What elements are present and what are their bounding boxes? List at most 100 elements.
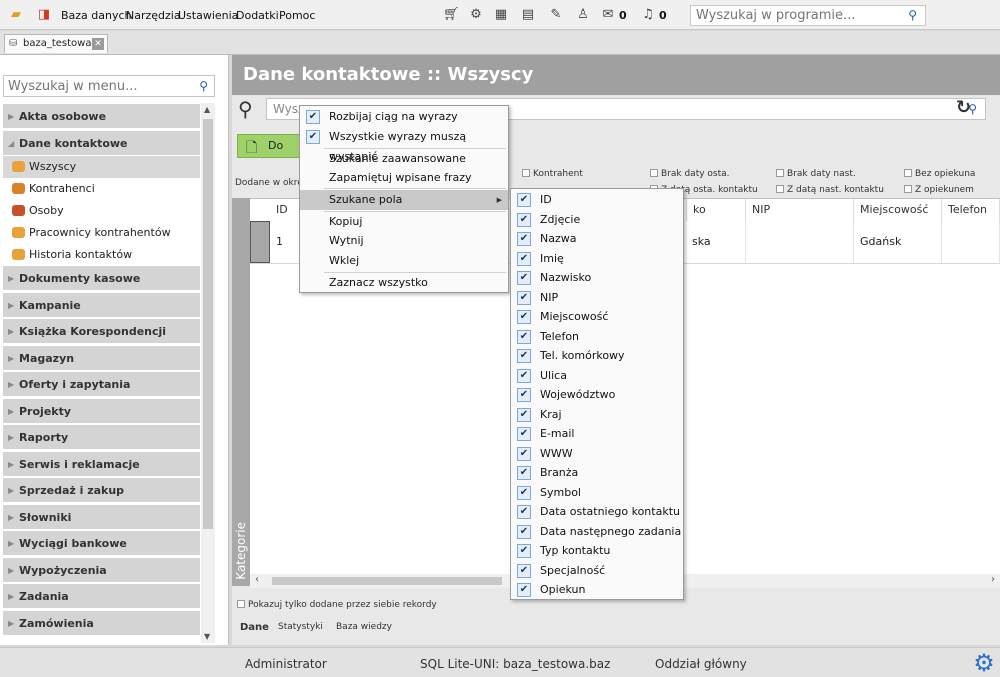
sidebar-item-pracownicy[interactable]: Pracownicy kontrahentów (3, 222, 200, 244)
calculator-icon[interactable]: ▤ (520, 7, 536, 23)
sidebar-section-item[interactable]: ▶ Dokumenty kasowe (3, 266, 200, 291)
field-toggle-item[interactable]: ✔ Data ostatniego kontaktu (511, 502, 683, 521)
column-header-nazwisko[interactable]: ko (686, 199, 746, 221)
row-selector[interactable] (250, 221, 270, 263)
menu-dodatki[interactable]: Dodatki (236, 9, 279, 22)
filter-brak-daty-osta[interactable]: Brak daty osta. (650, 169, 730, 179)
sidebar-item-historia[interactable]: Historia kontaktów (3, 244, 200, 266)
field-toggle-item[interactable]: ✔ Nazwisko (511, 268, 683, 287)
scroll-right-icon[interactable]: › (991, 574, 995, 585)
menu-pomoc[interactable]: Pomoc (279, 9, 315, 22)
gear-icon[interactable]: ⚙ (972, 651, 996, 675)
sidebar-section-item[interactable]: ▶ Serwis i reklamacje (3, 451, 200, 477)
field-toggle-item[interactable]: ✔ Branża (511, 463, 683, 482)
column-header-telefon[interactable]: Telefon (942, 199, 1000, 221)
field-toggle-item[interactable]: ✔ WWW (511, 444, 683, 463)
close-icon[interactable]: ✕ (92, 38, 104, 50)
add-button[interactable]: 🗋︎ Do (237, 134, 307, 158)
search-icon[interactable]: ⚲ (199, 79, 208, 93)
sidebar-section-item[interactable]: ▶ Magazyn (3, 345, 200, 371)
cell-nazwisko[interactable]: ska (686, 221, 746, 263)
calendar-icon[interactable]: ▦ (493, 7, 509, 23)
ctx-paste[interactable]: Wklej (300, 251, 508, 271)
ctx-advanced-search[interactable]: Szukanie zaawansowane (300, 149, 508, 169)
menu-search-input[interactable] (4, 76, 189, 96)
field-toggle-item[interactable]: ✔ Typ kontaktu (511, 541, 683, 560)
filter-z-data-nast[interactable]: Z datą nast. kontaktu (776, 185, 884, 195)
sidebar-section-kontakty[interactable]: ◢ Dane kontaktowe (3, 131, 200, 156)
ctx-split-words[interactable]: ✔ Rozbijaj ciąg na wyrazy (300, 107, 508, 127)
sidebar-section-item[interactable]: ▶ Książka Korespondencji (3, 319, 200, 344)
field-toggle-item[interactable]: ✔ Data następnego zadania (511, 522, 683, 541)
folder-icon[interactable]: ▰ (8, 7, 24, 23)
field-toggle-item[interactable]: ✔ Opiekun (511, 580, 683, 599)
ctx-select-all[interactable]: Zaznacz wszystko (300, 273, 508, 293)
notes-icon[interactable]: ✎ (548, 7, 564, 23)
ctx-all-words[interactable]: ✔ Wszystkie wyrazy muszą wystąpić (300, 127, 508, 163)
tab-statystyki[interactable]: Statystyki (278, 622, 323, 632)
sidebar-section-item[interactable]: ▶ Zamówienia (3, 610, 200, 636)
search-icon[interactable]: ⚲ (908, 8, 917, 22)
scrollbar-thumb[interactable] (203, 119, 213, 529)
ctx-cut[interactable]: Wytnij (300, 231, 508, 251)
mail-icon[interactable]: ✉ (600, 7, 616, 23)
sidebar-section-item[interactable]: ▶ Wypożyczenia (3, 557, 200, 583)
tab-baza-testowa[interactable]: ⛁ baza_testowa ✕ (4, 34, 108, 53)
bell-icon[interactable]: ♫ (640, 7, 656, 23)
menu-ustawienia[interactable]: Ustawienia (178, 9, 238, 22)
sidebar-section-item[interactable]: ▶ Sprzedaż i zakup (3, 478, 200, 503)
filter-kontrahent[interactable]: Kontrahent (522, 169, 583, 179)
field-toggle-item[interactable]: ✔ Ulica (511, 366, 683, 385)
field-toggle-item[interactable]: ✔ Tel. komórkowy (511, 346, 683, 365)
sidebar-section-item[interactable]: ▶ Oferty i zapytania (3, 372, 200, 397)
ctx-remember-phrases[interactable]: Zapamiętuj wpisane frazy (300, 168, 508, 188)
categories-panel[interactable]: Kategorie (232, 198, 250, 586)
ctx-copy[interactable]: Kopiuj (300, 212, 508, 232)
sidebar-scrollbar[interactable]: ▲ ▼ (201, 103, 215, 643)
scrollbar-thumb[interactable] (272, 577, 502, 585)
field-toggle-item[interactable]: ✔ Telefon (511, 327, 683, 346)
scroll-down-icon[interactable]: ▼ (204, 632, 210, 641)
filter-brak-daty-nast[interactable]: Brak daty nast. (776, 169, 856, 179)
settings-icon[interactable]: ⚙ (468, 7, 484, 23)
sidebar-section-item[interactable]: ▶ Raporty (3, 425, 200, 450)
sidebar-item-kontrahenci[interactable]: Kontrahenci (3, 178, 200, 200)
sidebar-section-item[interactable]: ▶ Zadania (3, 584, 200, 609)
menu-baza-danych[interactable]: Baza danych (61, 9, 132, 22)
show-own-records-checkbox[interactable]: Pokazuj tylko dodane przez siebie rekord… (237, 600, 437, 610)
sidebar-section-item[interactable]: ▶ Kampanie (3, 292, 200, 318)
column-header-nip[interactable]: NIP (746, 199, 854, 221)
sidebar-section-item[interactable]: ▶ Słowniki (3, 504, 200, 530)
sidebar-section-item[interactable]: ▶ Projekty (3, 398, 200, 424)
cell-telefon[interactable] (942, 221, 1000, 263)
field-toggle-item[interactable]: ✔ Województwo (511, 385, 683, 404)
cell-nip[interactable] (746, 221, 854, 263)
field-toggle-item[interactable]: ✔ Nazwa (511, 229, 683, 248)
cart-icon[interactable]: 🛒︎ (443, 7, 460, 23)
field-toggle-item[interactable]: ✔ NIP (511, 288, 683, 307)
ctx-search-fields[interactable]: Szukane pola ▶ (300, 190, 508, 210)
filter-bez-opiekuna[interactable]: Bez opiekuna (904, 169, 975, 179)
field-toggle-item[interactable]: ✔ Miejscowość (511, 307, 683, 326)
field-toggle-item[interactable]: ✔ Specjalność (511, 561, 683, 580)
field-toggle-item[interactable]: ✔ E-mail (511, 424, 683, 443)
sidebar-section-item[interactable]: ▶ Wyciągi bankowe (3, 531, 200, 556)
scroll-left-icon[interactable]: ‹ (255, 574, 259, 585)
field-toggle-item[interactable]: ✔ Symbol (511, 483, 683, 502)
field-toggle-item[interactable]: ✔ Imię (511, 249, 683, 268)
column-header-miejscowosc[interactable]: Miejscowość (854, 199, 942, 221)
scroll-up-icon[interactable]: ▲ (204, 105, 210, 114)
field-toggle-item[interactable]: ✔ ID (511, 190, 683, 209)
user-icon[interactable]: ♙ (575, 7, 591, 23)
menu-narzedzia[interactable]: Narzędzia (126, 9, 181, 22)
filter-z-opiekunem[interactable]: Z opiekunem (904, 185, 974, 195)
tab-dane[interactable]: Dane (240, 622, 269, 633)
field-toggle-item[interactable]: ✔ Zdjęcie (511, 210, 683, 229)
program-search-input[interactable] (691, 6, 896, 25)
sidebar-item-wszyscy[interactable]: Wszyscy (3, 156, 200, 178)
field-toggle-item[interactable]: ✔ Kraj (511, 405, 683, 424)
sidebar-item-osoby[interactable]: Osoby (3, 200, 200, 222)
cell-miejscowosc[interactable]: Gdańsk (854, 221, 942, 263)
tab-baza-wiedzy[interactable]: Baza wiedzy (336, 622, 392, 632)
sidebar-section-akta[interactable]: ▶ Akta osobowe (3, 104, 200, 129)
